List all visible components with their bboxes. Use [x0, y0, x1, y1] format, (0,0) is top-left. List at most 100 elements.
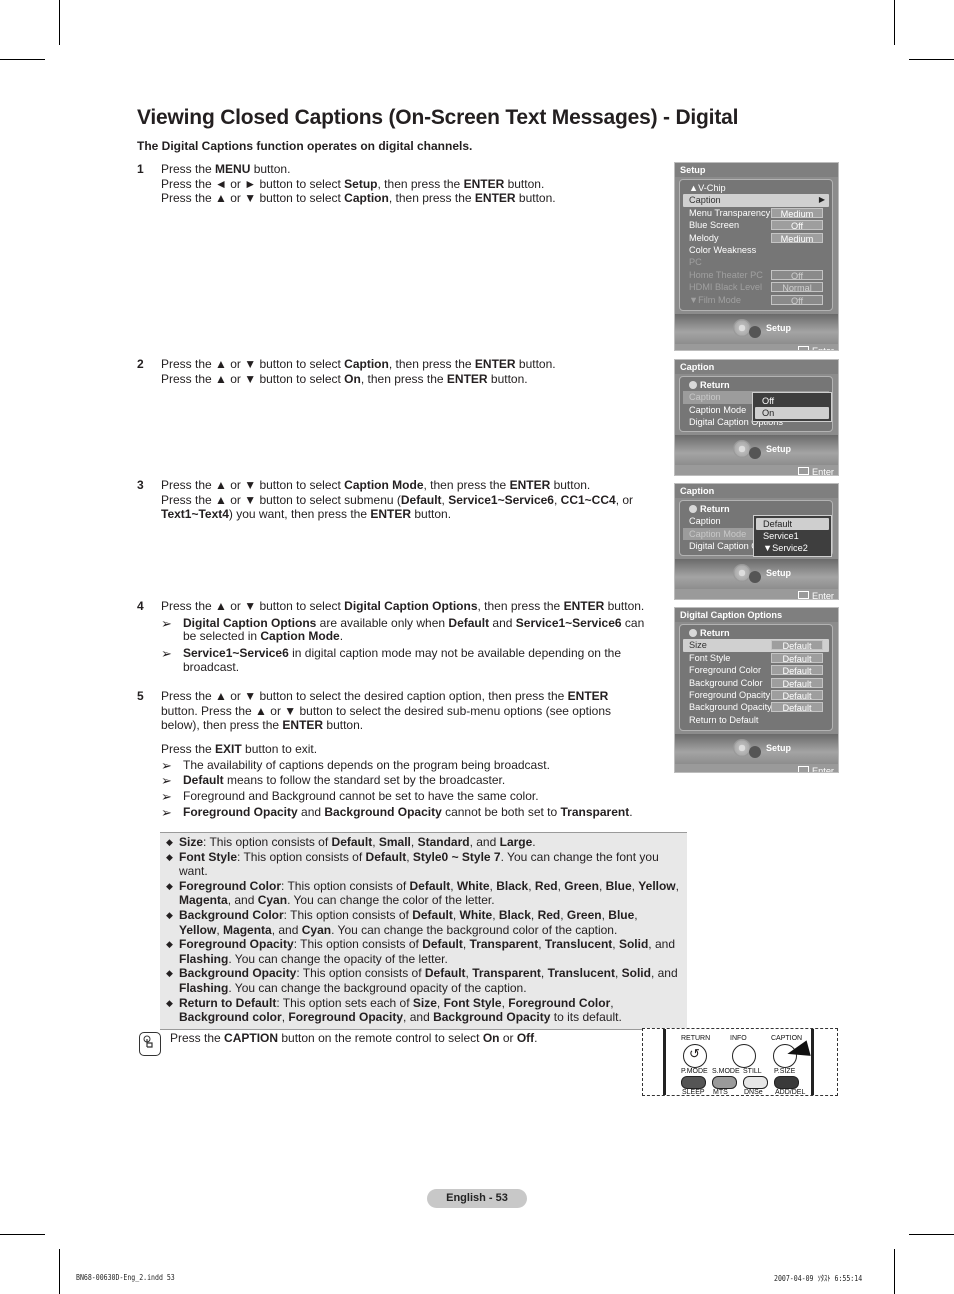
bold-term: ENTER — [474, 191, 516, 206]
osd-menu-item[interactable]: HDMI Black Level Normal — [680, 281, 832, 293]
bold-term: ENTER — [563, 599, 605, 613]
diamond-bullet-icon: ◆ — [166, 909, 173, 920]
option-item: ◆ Foreground Color: This option consists … — [166, 878, 679, 908]
osd-menu-item[interactable]: Home Theater PC Off — [680, 269, 832, 281]
bold-term: ENTER — [282, 718, 324, 733]
osd-footer: Enter — [675, 764, 838, 772]
return-icon — [689, 629, 697, 637]
bold-term: Magenta — [223, 922, 272, 937]
option-item: ◆ Font Style: This option consists of Def… — [166, 849, 659, 879]
osd-popup-option[interactable]: On — [755, 407, 829, 419]
step-line: Press the ◄ or ► button to select Setup,… — [161, 176, 545, 191]
bold-term: ENTER — [463, 176, 505, 191]
enter-icon — [798, 467, 810, 475]
gear-icon — [733, 564, 751, 582]
bold-term: Caption — [344, 357, 389, 371]
osd-menu-item[interactable]: ▲V-Chip — [680, 182, 832, 194]
bold-term: Default — [448, 615, 490, 630]
osd-item-value: Default — [771, 702, 823, 713]
note: ➢ Digital Caption Options are available o… — [161, 615, 645, 644]
osd-item-label: Caption Mode — [689, 528, 747, 539]
osd-popup-option[interactable]: ▼Service2 — [756, 542, 829, 554]
bold-term: Black — [496, 878, 529, 893]
osd-return-item[interactable]: Return — [680, 503, 832, 515]
note: ➢ Service1~Service6 in digital caption mo… — [161, 646, 621, 674]
osd-menu-item[interactable]: Color Weakness — [680, 244, 832, 256]
bold-term: Caption Mode — [260, 629, 340, 644]
crop-mark — [909, 59, 954, 60]
osd-menu-item[interactable]: Size Default — [683, 639, 829, 652]
psize-button[interactable] — [774, 1076, 799, 1089]
remote-button-label: DNSe — [744, 1089, 763, 1096]
osd-item-label: Blue Screen — [689, 220, 740, 231]
smode-button[interactable] — [712, 1076, 737, 1089]
osd-menu-item[interactable]: Background Opacity Default — [680, 701, 832, 713]
bold-term: Digital Caption Options — [183, 615, 317, 630]
option-item: ◆ Return to Default: This option sets eac… — [166, 995, 622, 1025]
diamond-bullet-icon: ◆ — [166, 837, 173, 847]
osd-menu-item[interactable]: Foreground Color Default — [680, 664, 832, 676]
osd-menu-item[interactable]: Melody Medium — [680, 232, 832, 244]
osd-menu-item[interactable]: Background Color Default — [680, 677, 832, 689]
step-2: 2 Press the ▲ or ▼ button to select Capti… — [137, 357, 647, 386]
bold-term: Yellow — [638, 878, 676, 893]
osd-item-label: Caption Mode — [689, 404, 747, 415]
osd-item-label: Caption — [689, 516, 721, 527]
page-title: Viewing Closed Captions (On-Screen Text … — [137, 106, 739, 129]
bold-term: Background Opacity — [433, 1010, 551, 1025]
osd-item-label: Home Theater PC — [689, 269, 763, 280]
osd-menu-item[interactable]: ▼Film Mode Off — [680, 294, 832, 306]
osd-menu-item[interactable]: Blue Screen Off — [680, 219, 832, 231]
osd-menu-item[interactable]: Foreground Opacity Default — [680, 689, 832, 701]
step-number: 2 — [137, 357, 144, 371]
osd-popup-option[interactable]: Off — [755, 395, 829, 407]
bold-term: Service1~Service6 — [448, 492, 554, 507]
osd-item-label: Menu Transparency — [689, 207, 771, 218]
still-button[interactable] — [743, 1076, 768, 1089]
print-slug-right: 2007-04-09 ｿﾀｽﾄ 6:55:14 — [774, 1274, 863, 1283]
osd-menu-item[interactable]: PC — [680, 256, 832, 268]
step-4: 4 Press the ▲ or ▼ button to select Digit… — [137, 599, 647, 675]
bold-term: Translucent — [547, 966, 615, 981]
info-button[interactable] — [732, 1044, 756, 1068]
osd-item-label: Color Weakness — [689, 244, 757, 255]
osd-menu-item[interactable]: Caption ▶ — [683, 194, 829, 207]
bold-term: EXIT — [215, 742, 242, 756]
osd-menu-item[interactable]: Font Style Default — [680, 652, 832, 664]
bold-term: Size — [412, 995, 437, 1010]
osd-return-item[interactable]: Return — [680, 379, 832, 391]
osd-setup-band: Setup — [675, 314, 838, 344]
enter-icon — [798, 591, 810, 599]
bold-term: Red — [537, 907, 561, 922]
osd-return-item[interactable]: Return — [680, 627, 832, 639]
osd-item-label: Foreground Color — [689, 665, 762, 676]
osd-footer: Enter — [675, 465, 838, 475]
gear-icon — [733, 319, 751, 337]
osd-item-label: ▲V-Chip — [689, 183, 726, 193]
bold-term: Cyan — [301, 922, 332, 937]
osd-caption-menu: Caption Return Caption Caption Mode Digital… — [674, 359, 839, 476]
option-item: ◆ Foreground Opacity: This option consist… — [166, 937, 675, 966]
bold-term: Flashing — [179, 980, 229, 995]
osd-menu-item[interactable]: Menu Transparency Medium — [680, 207, 832, 219]
diamond-bullet-icon: ◆ — [166, 968, 173, 979]
osd-popup-option[interactable]: Service1 — [756, 530, 829, 542]
bold-term: On — [482, 1031, 500, 1045]
step-line: Press the MENU button. — [161, 162, 291, 176]
osd-footer: Enter — [675, 344, 838, 350]
bold-term: Magenta — [179, 893, 228, 908]
osd-popup-list: Off On — [752, 392, 832, 422]
osd-menu-item[interactable]: Return to Default — [680, 714, 832, 726]
step-5: 5 Press the ▲ or ▼ button to select the d… — [137, 689, 647, 733]
osd-list: Return Caption Caption Mode Digital Caption… — [679, 376, 833, 432]
gear-icon — [733, 739, 751, 757]
gear-icon — [749, 447, 761, 459]
caption-tip: Press the CAPTION button on the remote c… — [170, 1031, 538, 1045]
option-item: ◆ Background Opacity: This option consist… — [166, 966, 678, 995]
bold-term: Blue — [608, 907, 635, 922]
osd-item-label: Caption — [689, 195, 721, 206]
bold-term: Background color — [179, 1010, 282, 1025]
osd-item-value: Default — [771, 677, 823, 689]
pmode-button[interactable] — [681, 1076, 706, 1089]
osd-popup-option[interactable]: Default — [756, 518, 829, 530]
